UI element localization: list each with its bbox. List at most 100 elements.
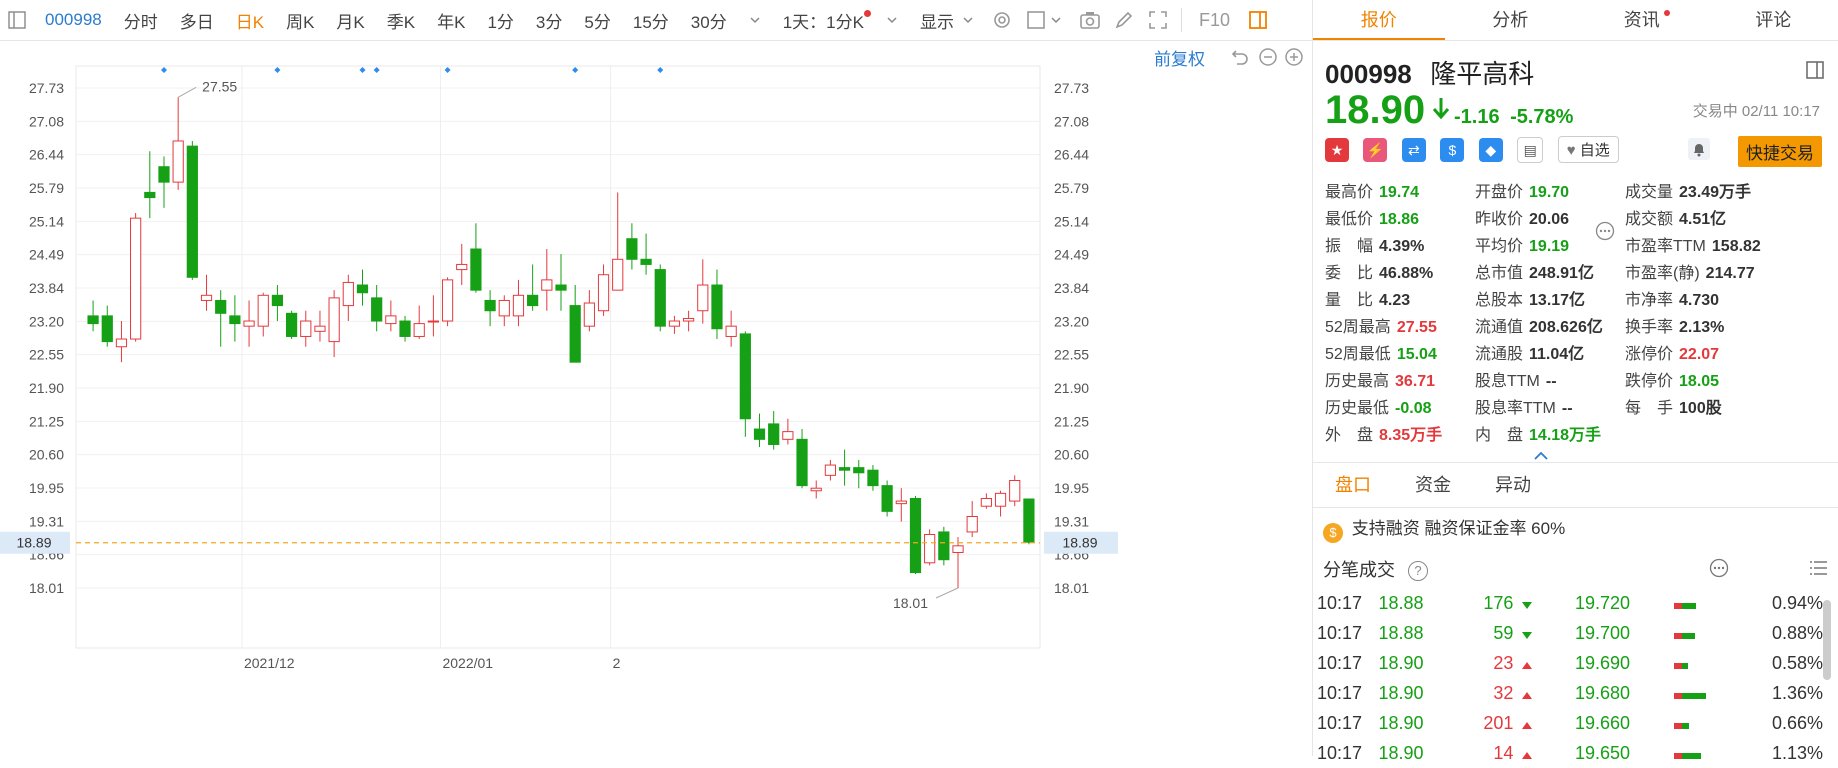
chevron-down-icon[interactable] <box>1045 9 1067 31</box>
event-marker-icon[interactable] <box>274 67 280 73</box>
dollar-icon[interactable]: $ <box>1440 138 1464 162</box>
event-marker-icon[interactable] <box>572 67 578 73</box>
candle-body[interactable] <box>811 488 821 491</box>
f10-button[interactable]: F10 <box>1188 10 1241 31</box>
chevron-down-icon[interactable] <box>881 9 903 31</box>
period-select[interactable]: 1天：1分K <box>772 8 875 33</box>
kline-chart[interactable]: 27.7327.7327.0827.0826.4426.4425.7925.79… <box>0 41 1312 756</box>
event-marker-icon[interactable] <box>374 67 380 73</box>
candle-body[interactable] <box>471 249 481 290</box>
square-indicator-icon[interactable] <box>1025 9 1047 31</box>
more-ellipsis-icon[interactable] <box>1595 221 1615 246</box>
candle-body[interactable] <box>570 306 580 363</box>
candle-body[interactable] <box>485 300 495 310</box>
candle-body[interactable] <box>173 141 183 182</box>
china-flag-icon[interactable]: ★ <box>1325 138 1349 162</box>
candle-body[interactable] <box>882 486 892 512</box>
period-tab-8[interactable]: 3分 <box>525 8 573 33</box>
candle-body[interactable] <box>769 424 779 445</box>
candle-body[interactable] <box>925 535 935 563</box>
zoom-in-icon[interactable] <box>1284 47 1304 72</box>
tab-quote[interactable]: 报价 <box>1313 0 1445 40</box>
candle-body[interactable] <box>854 468 864 473</box>
zoom-out-icon[interactable] <box>1258 47 1278 72</box>
candle-body[interactable] <box>457 264 467 269</box>
candle-body[interactable] <box>88 316 98 324</box>
event-marker-icon[interactable] <box>445 67 451 73</box>
candle-body[interactable] <box>825 465 835 475</box>
fq-adjust-button[interactable]: 前复权 <box>1154 45 1205 70</box>
candle-body[interactable] <box>797 439 807 485</box>
candle-body[interactable] <box>343 282 353 305</box>
candle-body[interactable] <box>698 285 708 311</box>
tag-icon[interactable]: ◆ <box>1479 138 1503 162</box>
candle-body[interactable] <box>669 321 679 326</box>
candle-body[interactable] <box>868 470 878 485</box>
panel-toggle-icon[interactable] <box>1247 9 1269 31</box>
candle-body[interactable] <box>414 324 424 337</box>
subtab-0[interactable]: 盘口 <box>1313 463 1393 507</box>
candle-body[interactable] <box>116 339 126 347</box>
period-tab-11[interactable]: 30分 <box>680 8 738 33</box>
period-tab-2[interactable]: 日K <box>225 8 275 33</box>
stock-code-label[interactable]: 000998 <box>34 10 113 30</box>
sidebar-toggle-icon[interactable] <box>6 9 28 31</box>
event-marker-icon[interactable] <box>359 67 365 73</box>
draw-pen-icon[interactable] <box>1113 9 1135 31</box>
candle-body[interactable] <box>953 546 963 553</box>
settings-icon[interactable] <box>991 9 1013 31</box>
quick-trade-button[interactable]: 快捷交易 <box>1738 136 1822 167</box>
chevron-down-icon[interactable] <box>744 9 766 31</box>
period-tab-7[interactable]: 1分 <box>476 8 524 33</box>
scrollbar[interactable] <box>1823 600 1831 680</box>
period-tab-6[interactable]: 年K <box>426 8 476 33</box>
note-icon[interactable]: ▤ <box>1517 137 1543 163</box>
candle-body[interactable] <box>627 239 637 260</box>
candle-body[interactable] <box>329 298 339 342</box>
candle-body[interactable] <box>216 300 226 313</box>
candle-body[interactable] <box>442 280 452 321</box>
candle-body[interactable] <box>641 259 651 264</box>
candle-body[interactable] <box>131 218 141 339</box>
candle-body[interactable] <box>939 532 949 560</box>
period-tab-1[interactable]: 多日 <box>169 8 225 33</box>
candle-body[interactable] <box>740 334 750 419</box>
period-tab-0[interactable]: 分时 <box>113 8 169 33</box>
subtab-1[interactable]: 资金 <box>1393 463 1473 507</box>
bell-icon[interactable] <box>1688 138 1710 160</box>
candle-body[interactable] <box>528 295 538 305</box>
candle-body[interactable] <box>386 316 396 324</box>
candle-body[interactable] <box>1024 499 1034 542</box>
candle-body[interactable] <box>301 321 311 336</box>
fullscreen-icon[interactable] <box>1147 9 1169 31</box>
kline-chart-area[interactable]: 27.7327.7327.0827.0826.4426.4425.7925.79… <box>0 41 1312 756</box>
candle-body[interactable] <box>542 280 552 290</box>
more-options-icon[interactable] <box>1709 558 1729 583</box>
period-tab-5[interactable]: 季K <box>376 8 426 33</box>
undo-icon[interactable] <box>1230 47 1250 72</box>
subtab-2[interactable]: 异动 <box>1473 463 1553 507</box>
margin-trading-icon[interactable]: ⚡ <box>1363 138 1387 162</box>
event-marker-icon[interactable] <box>161 67 167 73</box>
candle-body[interactable] <box>102 316 112 342</box>
candle-body[interactable] <box>428 321 438 322</box>
tab-news[interactable]: 资讯 <box>1576 0 1708 40</box>
candle-body[interactable] <box>896 501 906 504</box>
candle-body[interactable] <box>286 313 296 336</box>
candle-body[interactable] <box>372 298 382 321</box>
period-tab-9[interactable]: 5分 <box>573 8 621 33</box>
candle-body[interactable] <box>783 432 793 440</box>
candle-body[interactable] <box>712 285 722 329</box>
candle-body[interactable] <box>159 167 169 182</box>
candle-body[interactable] <box>995 493 1005 506</box>
candle-body[interactable] <box>513 295 523 316</box>
period-tab-3[interactable]: 周K <box>275 8 325 33</box>
candle-body[interactable] <box>981 498 991 506</box>
candle-body[interactable] <box>967 516 977 531</box>
candle-body[interactable] <box>754 429 764 439</box>
add-favorite-button[interactable]: ♥ 自选 <box>1558 136 1619 163</box>
candle-body[interactable] <box>556 285 566 290</box>
candle-body[interactable] <box>839 468 849 471</box>
tab-comments[interactable]: 评论 <box>1708 0 1838 40</box>
candle-body[interactable] <box>315 326 325 331</box>
